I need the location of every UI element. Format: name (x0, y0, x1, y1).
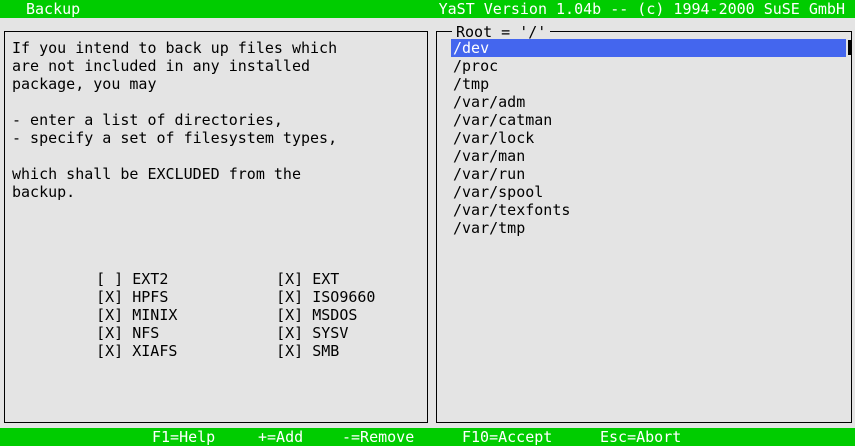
checkbox-mark: [X] (276, 342, 304, 360)
add-key[interactable]: +=Add (258, 428, 303, 446)
directory-item[interactable]: /var/lock (451, 129, 846, 147)
directory-item[interactable]: /proc (451, 57, 846, 75)
checkbox-xiafs[interactable]: [X] XIAFS (60, 324, 177, 378)
info-text-line: are not included in any installed (12, 57, 311, 75)
checkbox-smb[interactable]: [X] SMB (240, 324, 339, 378)
abort-key[interactable]: Esc=Abort (600, 428, 681, 446)
cursor-block (848, 40, 852, 55)
info-text-line: - enter a list of directories, (12, 111, 283, 129)
directory-item[interactable]: /var/tmp (451, 219, 846, 237)
checkbox-label: XIAFS (132, 342, 178, 360)
help-key[interactable]: F1=Help (152, 428, 215, 446)
checkbox-mark: [X] (96, 342, 124, 360)
directory-item[interactable]: /tmp (451, 75, 846, 93)
info-text-line: backup. (12, 183, 76, 201)
accept-key[interactable]: F10=Accept (462, 428, 552, 446)
directory-list-panel[interactable]: Root = '/' /dev /proc /tmp /var/adm /var… (436, 23, 852, 423)
directory-item-selected[interactable]: /dev (451, 39, 846, 57)
info-panel: If you intend to back up files which are… (4, 31, 428, 423)
directory-item[interactable]: /var/adm (451, 93, 846, 111)
directory-item[interactable]: /var/spool (451, 183, 846, 201)
title-bar: Backup YaST Version 1.04b -- (c) 1994-20… (0, 0, 855, 18)
checkbox-label: SMB (312, 342, 340, 360)
directory-item[interactable]: /var/man (451, 147, 846, 165)
window-title: Backup (26, 0, 81, 18)
info-text-line: package, you may (12, 75, 157, 93)
info-text-line: - specify a set of filesystem types, (12, 129, 338, 147)
version-info: YaST Version 1.04b -- (c) 1994-2000 SuSE… (438, 0, 845, 18)
directory-item[interactable]: /var/catman (451, 111, 846, 129)
info-text-line: which shall be EXCLUDED from the (12, 165, 301, 183)
status-bar: F1=Help +=Add -=Remove F10=Accept Esc=Ab… (0, 428, 855, 446)
info-text-line: If you intend to back up files which (12, 39, 338, 57)
directory-item[interactable]: /var/texfonts (451, 201, 846, 219)
remove-key[interactable]: -=Remove (342, 428, 414, 446)
directory-item[interactable]: /var/run (451, 165, 846, 183)
